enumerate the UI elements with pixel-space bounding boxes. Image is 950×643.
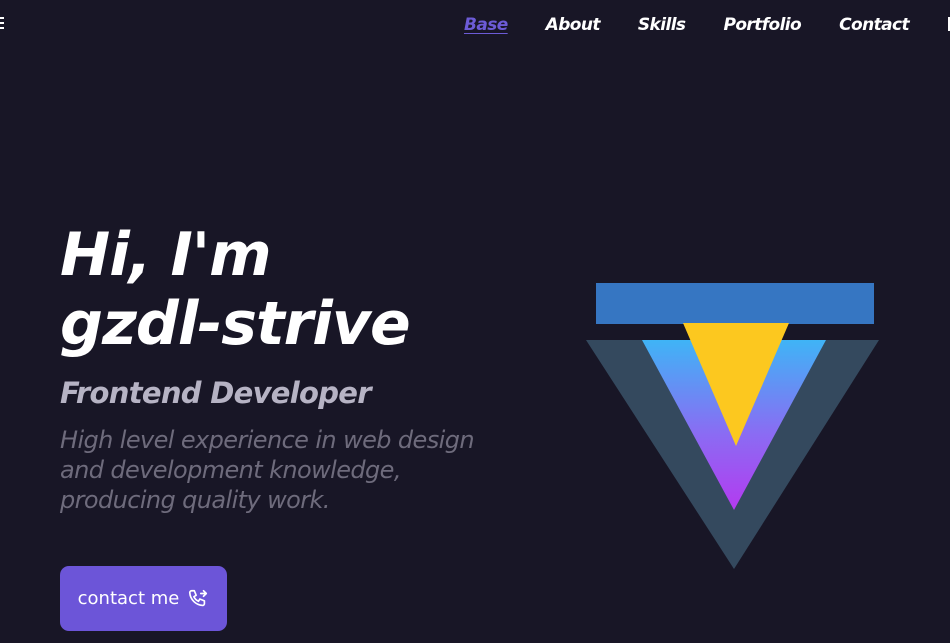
menu-icon[interactable] [0,14,4,36]
greeting-line-1: Hi, I'm [60,220,272,290]
greeting-line-2: gzdl-strive [60,289,411,359]
hero-role: Frontend Developer [60,376,372,410]
nav-item-portfolio[interactable]: Portfolio [723,15,801,35]
nav-item-base[interactable]: Base [464,15,508,35]
hero-greeting: Hi, I'm gzdl-strive [60,220,411,359]
nav-item-contact[interactable]: Contact [839,15,909,35]
vue-style-logo [586,283,879,569]
page: Base About Skills Portfolio Contact Hi, … [0,0,950,643]
nav-item-skills[interactable]: Skills [638,15,686,35]
logo-top-bar [596,283,874,324]
contact-me-label: contact me [77,588,180,609]
main-nav: Base About Skills Portfolio Contact [464,12,910,38]
nav-item-about[interactable]: About [546,15,601,35]
phone-forward-icon [187,588,209,610]
contact-me-button[interactable]: contact me [60,566,227,631]
hero-description: High level experience in web design and … [60,426,475,514]
